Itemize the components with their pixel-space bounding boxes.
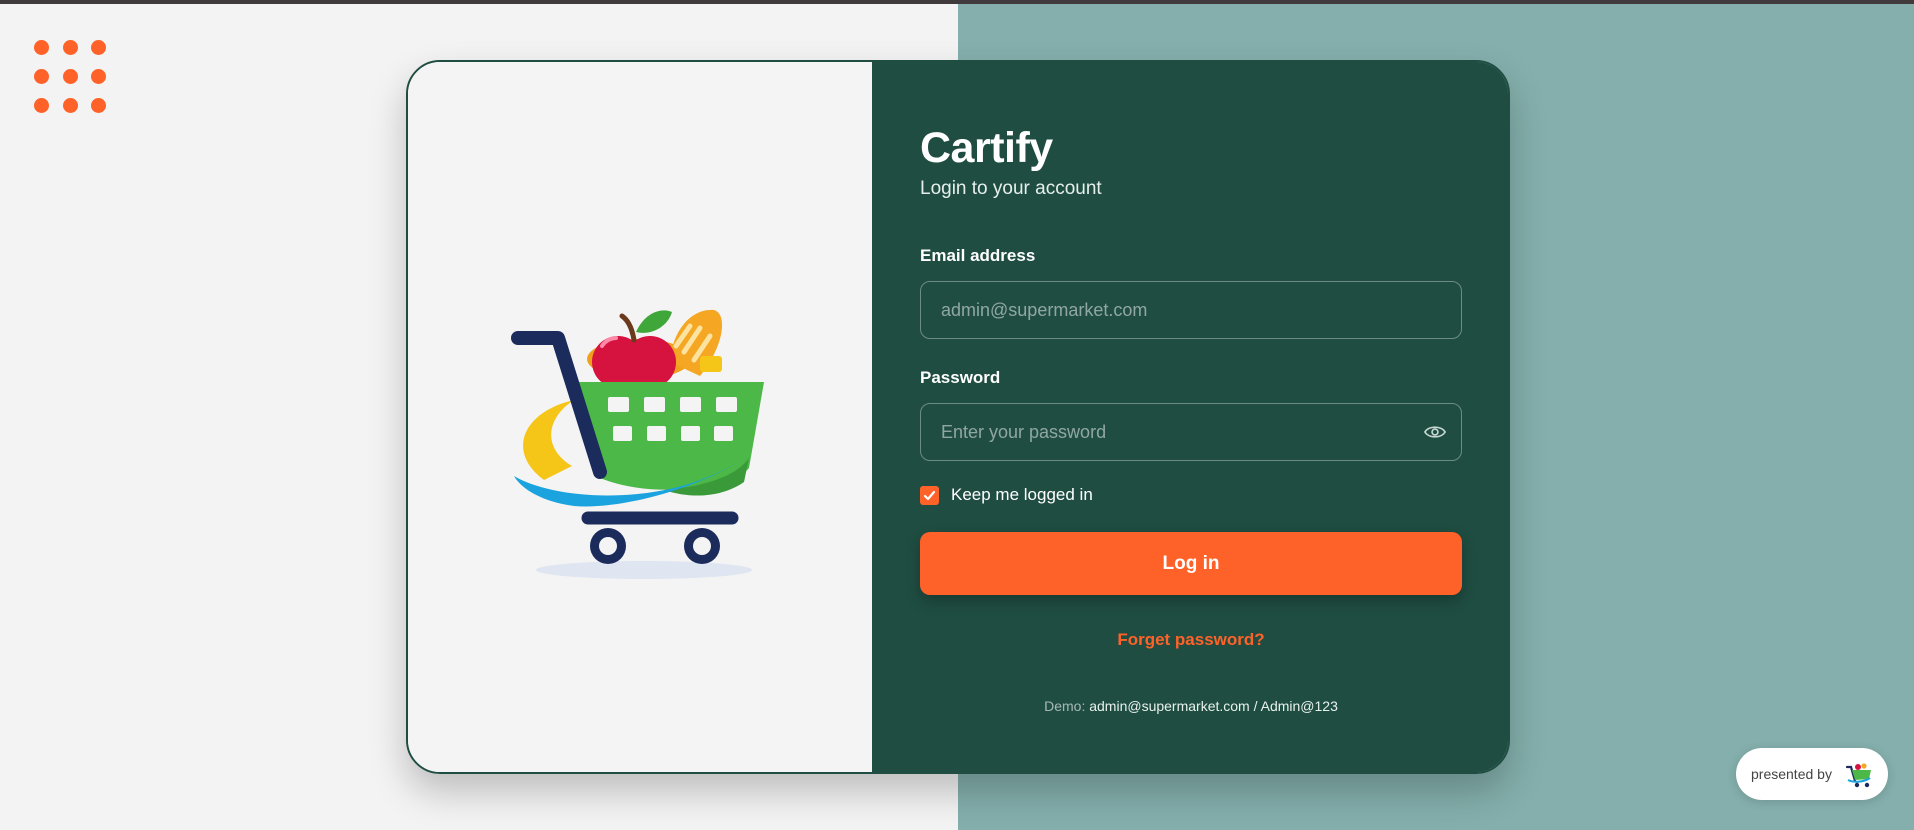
presented-by-badge[interactable]: presented by bbox=[1736, 748, 1888, 800]
login-form-panel: Cartify Login to your account Email addr… bbox=[872, 62, 1508, 772]
demo-credentials-value: admin@supermarket.com / Admin@123 bbox=[1089, 698, 1338, 714]
cart-logo-icon bbox=[1845, 763, 1871, 788]
password-input[interactable] bbox=[920, 403, 1462, 461]
illustration-panel bbox=[408, 62, 872, 772]
demo-prefix: Demo: bbox=[1044, 698, 1086, 714]
login-button[interactable]: Log in bbox=[920, 532, 1462, 595]
login-card: Cartify Login to your account Email addr… bbox=[406, 60, 1510, 774]
dots-grid-icon[interactable] bbox=[34, 40, 114, 120]
shopping-cart-illustration bbox=[511, 309, 764, 579]
email-input[interactable] bbox=[920, 281, 1462, 339]
check-icon bbox=[923, 490, 936, 500]
forgot-password-link[interactable]: Forget password? bbox=[920, 630, 1462, 650]
remember-me-label: Keep me logged in bbox=[951, 485, 1093, 504]
eye-icon[interactable] bbox=[1424, 423, 1446, 441]
login-subtitle: Login to your account bbox=[920, 178, 1102, 199]
email-label: Email address bbox=[920, 246, 1036, 265]
demo-credentials: Demo: admin@supermarket.com / Admin@123 bbox=[920, 698, 1462, 714]
password-label: Password bbox=[920, 368, 1001, 387]
remember-me-toggle[interactable]: Keep me logged in bbox=[920, 485, 1093, 505]
remember-me-checkbox[interactable] bbox=[920, 485, 939, 505]
presented-by-text: presented by bbox=[1751, 766, 1832, 782]
brand-title: Cartify bbox=[920, 124, 1053, 172]
